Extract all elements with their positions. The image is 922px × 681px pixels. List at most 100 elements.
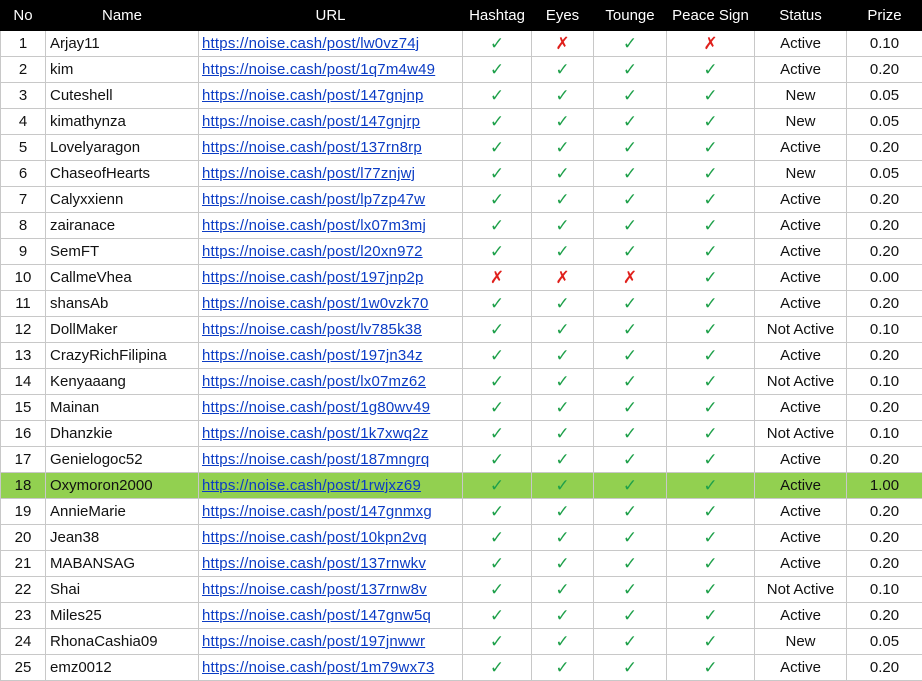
tounge-cell: ✓ (594, 109, 667, 135)
header-row: No Name URL Hashtag Eyes Tounge Peace Si… (1, 1, 922, 31)
prize-cell: 0.20 (847, 135, 922, 161)
post-link[interactable]: https://noise.cash/post/1g80wv49 (202, 399, 430, 416)
table-row: 20Jean38https://noise.cash/post/10kpn2vq… (1, 525, 922, 551)
check-icon: ✓ (555, 242, 569, 262)
post-link[interactable]: https://noise.cash/post/1rwjxz69 (202, 477, 421, 494)
cross-icon: ✗ (555, 34, 569, 54)
eyes-cell: ✓ (532, 395, 594, 421)
check-icon: ✓ (703, 216, 717, 236)
post-link[interactable]: https://noise.cash/post/l77znjwj (202, 165, 415, 182)
hashtag-cell: ✓ (463, 369, 532, 395)
check-icon: ✓ (490, 346, 504, 366)
eyes-cell: ✓ (532, 161, 594, 187)
participant-name: Calyxxienn (46, 187, 199, 213)
hashtag-cell: ✓ (463, 109, 532, 135)
post-link[interactable]: https://noise.cash/post/147gnmxg (202, 503, 432, 520)
post-link[interactable]: https://noise.cash/post/10kpn2vq (202, 529, 427, 546)
status-cell: Active (755, 395, 847, 421)
check-icon: ✓ (490, 554, 504, 574)
check-icon: ✓ (490, 424, 504, 444)
check-icon: ✓ (490, 34, 504, 54)
check-icon: ✓ (490, 632, 504, 652)
post-link[interactable]: https://noise.cash/post/187mngrq (202, 451, 429, 468)
peace-sign-cell: ✓ (667, 57, 755, 83)
peace-sign-cell: ✓ (667, 447, 755, 473)
status-cell: Active (755, 525, 847, 551)
tounge-cell: ✓ (594, 395, 667, 421)
table-row: 16Dhanzkiehttps://noise.cash/post/1k7xwq… (1, 421, 922, 447)
post-link[interactable]: https://noise.cash/post/lp7zp47w (202, 191, 425, 208)
participant-name: CrazyRichFilipina (46, 343, 199, 369)
check-icon: ✓ (623, 138, 637, 158)
post-link[interactable]: https://noise.cash/post/147gnjnp (202, 87, 424, 104)
peace-sign-cell: ✓ (667, 473, 755, 499)
url-cell: https://noise.cash/post/10kpn2vq (199, 525, 463, 551)
tounge-cell: ✓ (594, 473, 667, 499)
post-link[interactable]: https://noise.cash/post/137rnwkv (202, 555, 426, 572)
check-icon: ✓ (490, 580, 504, 600)
post-link[interactable]: https://noise.cash/post/1k7xwq2z (202, 425, 429, 442)
check-icon: ✓ (555, 294, 569, 314)
peace-sign-cell: ✓ (667, 317, 755, 343)
hashtag-cell: ✓ (463, 473, 532, 499)
table-row: 14Kenyaaanghttps://noise.cash/post/lx07m… (1, 369, 922, 395)
post-link[interactable]: https://noise.cash/post/lw0vz74j (202, 35, 419, 52)
url-cell: https://noise.cash/post/lx07mz62 (199, 369, 463, 395)
participant-name: MABANSAG (46, 551, 199, 577)
check-icon: ✓ (623, 60, 637, 80)
eyes-cell: ✓ (532, 577, 594, 603)
participant-name: Mainan (46, 395, 199, 421)
post-link[interactable]: https://noise.cash/post/197jnp2p (202, 269, 424, 286)
check-icon: ✓ (703, 554, 717, 574)
check-icon: ✓ (623, 242, 637, 262)
post-link[interactable]: https://noise.cash/post/147gnjrp (202, 113, 420, 130)
tounge-cell: ✓ (594, 57, 667, 83)
cross-icon: ✗ (623, 268, 637, 288)
post-link[interactable]: https://noise.cash/post/lx07mz62 (202, 373, 426, 390)
status-cell: Active (755, 603, 847, 629)
row-number: 15 (1, 395, 46, 421)
post-link[interactable]: https://noise.cash/post/1m79wx73 (202, 659, 434, 676)
prize-cell: 0.20 (847, 499, 922, 525)
tounge-cell: ✓ (594, 577, 667, 603)
url-cell: https://noise.cash/post/137rnw8v (199, 577, 463, 603)
post-link[interactable]: https://noise.cash/post/197jnwwr (202, 633, 425, 650)
prize-cell: 0.20 (847, 239, 922, 265)
row-number: 18 (1, 473, 46, 499)
post-link[interactable]: https://noise.cash/post/lx07m3mj (202, 217, 426, 234)
eyes-cell: ✓ (532, 447, 594, 473)
tounge-cell: ✓ (594, 161, 667, 187)
check-icon: ✓ (703, 112, 717, 132)
post-link[interactable]: https://noise.cash/post/137rnw8v (202, 581, 427, 598)
hashtag-cell: ✓ (463, 603, 532, 629)
url-cell: https://noise.cash/post/137rnwkv (199, 551, 463, 577)
url-cell: https://noise.cash/post/1k7xwq2z (199, 421, 463, 447)
check-icon: ✓ (490, 658, 504, 678)
participant-name: Shai (46, 577, 199, 603)
check-icon: ✓ (623, 528, 637, 548)
post-link[interactable]: https://noise.cash/post/137rn8rp (202, 139, 422, 156)
check-icon: ✓ (623, 190, 637, 210)
check-icon: ✓ (623, 346, 637, 366)
peace-sign-cell: ✓ (667, 629, 755, 655)
post-link[interactable]: https://noise.cash/post/lv785k38 (202, 321, 422, 338)
check-icon: ✓ (703, 398, 717, 418)
prize-cell: 0.10 (847, 317, 922, 343)
check-icon: ✓ (555, 320, 569, 340)
tounge-cell: ✓ (594, 213, 667, 239)
check-icon: ✓ (555, 528, 569, 548)
post-link[interactable]: https://noise.cash/post/1q7m4w49 (202, 61, 435, 78)
status-cell: Active (755, 31, 847, 57)
post-link[interactable]: https://noise.cash/post/147gnw5q (202, 607, 431, 624)
peace-sign-cell: ✓ (667, 343, 755, 369)
participant-name: zairanace (46, 213, 199, 239)
post-link[interactable]: https://noise.cash/post/l20xn972 (202, 243, 423, 260)
url-cell: https://noise.cash/post/147gnjrp (199, 109, 463, 135)
url-cell: https://noise.cash/post/1w0vzk70 (199, 291, 463, 317)
post-link[interactable]: https://noise.cash/post/1w0vzk70 (202, 295, 429, 312)
row-number: 9 (1, 239, 46, 265)
post-link[interactable]: https://noise.cash/post/197jn34z (202, 347, 423, 364)
header-peace-sign: Peace Sign (667, 1, 755, 31)
eyes-cell: ✓ (532, 317, 594, 343)
participant-name: ChaseofHearts (46, 161, 199, 187)
